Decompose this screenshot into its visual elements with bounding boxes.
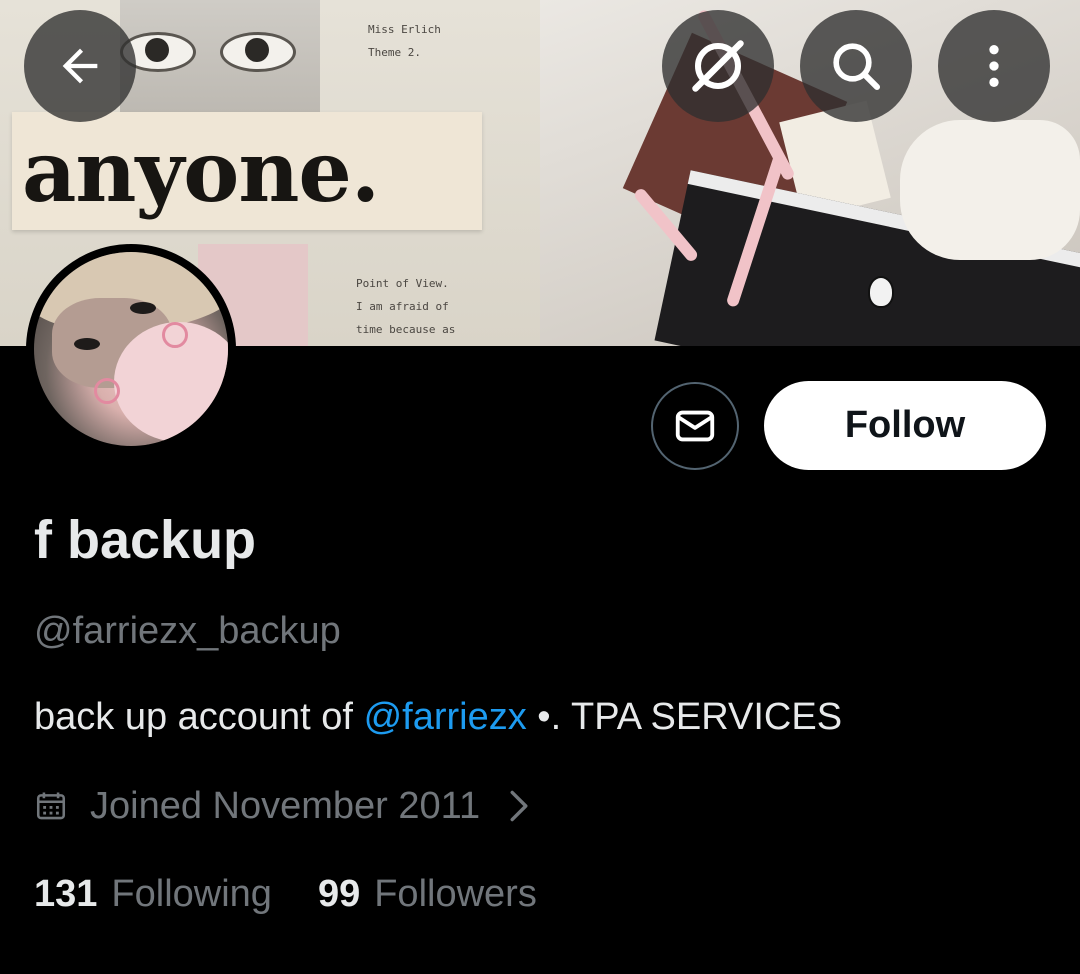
avatar-doodle xyxy=(94,378,120,404)
banner-eyes-cutout xyxy=(120,0,320,114)
followers-count: 99 xyxy=(317,873,361,915)
penguin-logo-icon xyxy=(868,276,894,308)
following-count: 131 xyxy=(34,873,98,915)
more-options-button[interactable] xyxy=(938,10,1050,122)
back-button[interactable] xyxy=(24,10,136,122)
more-vertical-icon xyxy=(989,45,999,87)
grok-button[interactable] xyxy=(662,10,774,122)
avatar-eye xyxy=(74,338,100,350)
banner-word: anyone. xyxy=(22,122,380,221)
following-stat-link[interactable]: 131 Following xyxy=(34,870,272,918)
bio-mention-link[interactable]: @farriezx xyxy=(364,696,527,738)
search-icon xyxy=(833,43,881,91)
avatar-doodle xyxy=(162,322,188,348)
bio-text-suffix: •. TPA SERVICES xyxy=(526,696,843,738)
search-button[interactable] xyxy=(800,10,912,122)
grok-slash-icon xyxy=(692,40,744,92)
arrow-left-icon xyxy=(62,48,98,84)
joined-date-text: Joined November 2011 xyxy=(90,784,481,827)
user-handle: @farriezx_backup xyxy=(34,610,341,652)
bio-text: back up account of xyxy=(34,696,364,738)
followers-label: Followers xyxy=(374,873,537,915)
calendar-icon xyxy=(34,789,68,823)
avatar[interactable] xyxy=(26,244,236,454)
banner-sleeve xyxy=(900,120,1080,260)
follow-stats: 131 Following 99 Followers xyxy=(34,870,537,918)
bio: back up account of @farriezx •. TPA SERV… xyxy=(34,694,842,740)
banner-typed-note-top: Miss Erlich Theme 2. xyxy=(368,23,441,59)
envelope-icon xyxy=(675,410,715,442)
following-label: Following xyxy=(111,873,272,915)
chevron-right-icon xyxy=(506,789,532,823)
avatar-eye xyxy=(130,302,156,314)
banner-eye xyxy=(220,32,296,72)
display-name: f backup xyxy=(34,510,257,570)
avatar-photo xyxy=(34,252,228,446)
followers-stat-link[interactable]: 99 Followers xyxy=(318,870,537,918)
banner-word-cutout: anyone. xyxy=(12,112,482,230)
joined-date-row[interactable]: Joined November 2011 xyxy=(34,782,532,830)
message-button[interactable] xyxy=(651,382,739,470)
follow-button[interactable]: Follow xyxy=(764,381,1046,470)
banner-typed-note-bottom: Point of View. I am afraid of time becau… xyxy=(356,277,456,336)
